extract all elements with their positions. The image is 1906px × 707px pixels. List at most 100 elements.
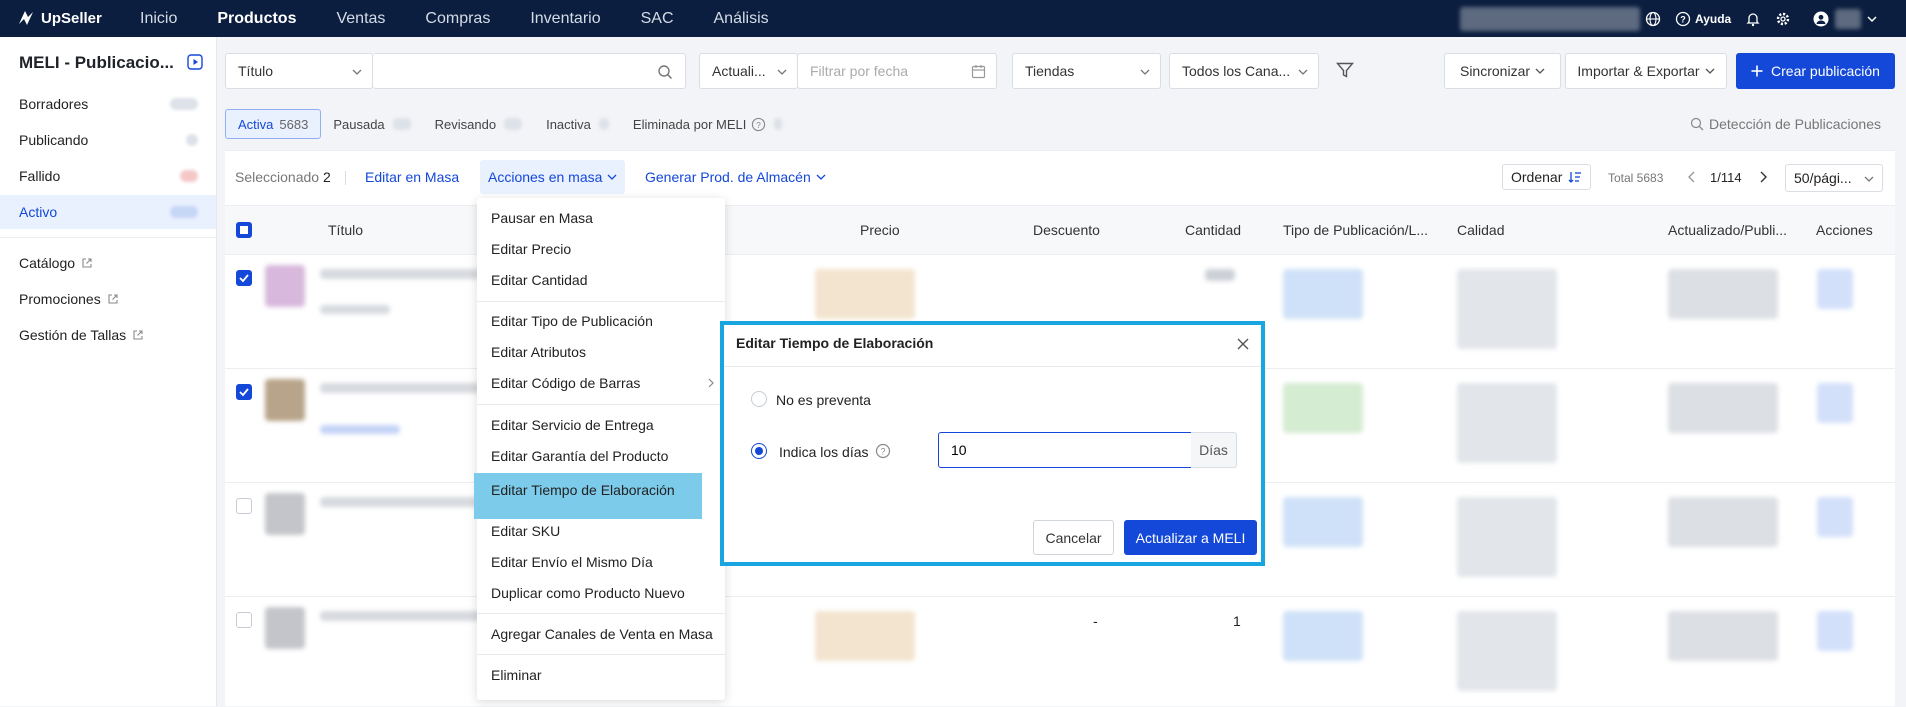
nav-sac[interactable]: SAC: [641, 10, 674, 28]
quality-blurred: [1457, 497, 1557, 577]
detection-link[interactable]: Detección de Publicaciones: [1690, 116, 1881, 132]
menu-item-editar-tipo[interactable]: Editar Tipo de Publicación: [477, 306, 725, 336]
next-page-icon[interactable]: [1758, 171, 1768, 183]
date-type-select[interactable]: Actuali...: [699, 53, 798, 89]
tab-eliminada[interactable]: Eliminada por MELI ?: [621, 109, 794, 139]
tab-activa[interactable]: Activa 5683: [225, 109, 322, 139]
sidebar-item-gestion-tallas[interactable]: Gestión de Tallas: [0, 318, 216, 352]
import-export-button[interactable]: Importar & Exportar: [1565, 53, 1727, 89]
count-badge: [180, 170, 198, 182]
page-size-select[interactable]: 50/pági...: [1785, 164, 1883, 192]
channels-select[interactable]: Todos los Cana...: [1169, 53, 1319, 89]
tab-revisando[interactable]: Revisando: [423, 109, 534, 139]
menu-item-editar-sku[interactable]: Editar SKU: [477, 516, 725, 546]
sidebar-title: MELI - Publicacio...: [19, 53, 174, 72]
sidebar-item-label: Publicando: [19, 132, 89, 148]
row-checkbox[interactable]: [236, 612, 252, 628]
date-filter-input[interactable]: Filtrar por fecha: [797, 53, 997, 89]
help-icon[interactable]: ?: [751, 117, 766, 132]
gear-icon[interactable]: [1775, 11, 1791, 27]
sort-button[interactable]: Ordenar: [1502, 164, 1592, 190]
nav-productos[interactable]: Productos: [217, 10, 296, 28]
tab-inactiva[interactable]: Inactiva: [534, 109, 621, 139]
col-titulo: Título: [328, 222, 364, 238]
filter-funnel-icon[interactable]: [1335, 60, 1355, 80]
row-checkbox[interactable]: [236, 270, 252, 286]
sidebar-divider: [0, 237, 216, 238]
menu-item-editar-servicio-entrega[interactable]: Editar Servicio de Entrega: [477, 410, 725, 440]
close-icon[interactable]: [1237, 338, 1249, 350]
search-icon[interactable]: [657, 64, 673, 80]
menu-item-editar-tiempo-elaboracion[interactable]: Editar Tiempo de Elaboración: [474, 473, 702, 519]
sidebar-item-catalogo[interactable]: Catálogo: [0, 246, 216, 280]
play-video-icon[interactable]: [187, 54, 203, 70]
product-meta-blurred: [320, 305, 390, 314]
update-meli-button[interactable]: Actualizar a MELI: [1124, 520, 1257, 555]
sidebar-item-borradores[interactable]: Borradores: [0, 87, 216, 121]
bell-icon[interactable]: [1745, 11, 1761, 27]
menu-item-label: Editar Precio: [491, 241, 572, 257]
menu-item-label: Eliminar: [491, 667, 542, 683]
nav-analisis[interactable]: Análisis: [714, 10, 769, 28]
sidebar-item-fallido[interactable]: Fallido: [0, 159, 216, 193]
sidebar-item-label: Catálogo: [19, 255, 76, 271]
help-label: Ayuda: [1695, 11, 1732, 26]
row-actions-blurred: [1817, 269, 1853, 309]
menu-item-editar-atributos[interactable]: Editar Atributos: [477, 337, 725, 367]
menu-item-editar-precio[interactable]: Editar Precio: [477, 234, 725, 264]
main-nav: Inicio Productos Ventas Compras Inventar…: [140, 0, 809, 37]
search-input[interactable]: [373, 53, 686, 89]
sidebar-item-label: Promociones: [19, 291, 101, 307]
title-select[interactable]: Título: [225, 53, 373, 89]
nav-inventario[interactable]: Inventario: [530, 10, 600, 28]
menu-separator: [477, 613, 725, 614]
nav-compras[interactable]: Compras: [425, 10, 490, 28]
create-listing-button[interactable]: Crear publicación: [1736, 53, 1895, 89]
sidebar-item-activo[interactable]: Activo: [0, 195, 216, 229]
menu-item-editar-cantidad[interactable]: Editar Cantidad: [477, 265, 725, 295]
cancel-label: Cancelar: [1045, 529, 1102, 546]
col-actualizado: Actualizado/Publi...: [1668, 222, 1788, 238]
brand-logo[interactable]: UpSeller: [16, 8, 102, 28]
menu-item-agregar-canales[interactable]: Agregar Canales de Venta en Masa: [477, 619, 725, 649]
menu-item-editar-envio-mismo-dia[interactable]: Editar Envío el Mismo Día: [477, 547, 725, 577]
bulk-edit-button[interactable]: Editar en Masa: [365, 169, 459, 185]
select-all-checkbox[interactable]: [236, 222, 252, 238]
listing-type-blurred: [1283, 383, 1363, 433]
nav-ventas[interactable]: Ventas: [336, 10, 385, 28]
page-indicator: 1/114: [1710, 170, 1742, 185]
days-input[interactable]: [938, 432, 1192, 468]
menu-item-eliminar[interactable]: Eliminar: [477, 660, 725, 690]
menu-item-pausar[interactable]: Pausar en Masa: [477, 203, 725, 233]
sync-button[interactable]: Sincronizar: [1444, 53, 1561, 89]
menu-item-editar-codigo-barras[interactable]: Editar Código de Barras: [477, 368, 725, 398]
sidebar-item-publicando[interactable]: Publicando: [0, 123, 216, 157]
stores-select[interactable]: Tiendas: [1012, 53, 1161, 89]
prev-page-icon[interactable]: [1687, 171, 1697, 183]
stores-select-value: Tiendas: [1025, 63, 1075, 79]
cancel-button[interactable]: Cancelar: [1033, 520, 1114, 555]
count-badge: [170, 98, 198, 110]
page-size-value: 50/pági...: [1794, 170, 1852, 186]
menu-item-label: Editar SKU: [491, 523, 561, 539]
menu-item-label: Editar Tipo de Publicación: [491, 313, 653, 329]
help-link[interactable]: ? Ayuda: [1675, 11, 1731, 27]
menu-item-duplicar[interactable]: Duplicar como Producto Nuevo: [477, 578, 725, 608]
radio-not-presale[interactable]: [751, 391, 767, 407]
bulk-actions-button[interactable]: Acciones en masa: [480, 160, 626, 194]
row-checkbox[interactable]: [236, 384, 252, 400]
nav-inicio[interactable]: Inicio: [140, 10, 177, 28]
help-icon[interactable]: ?: [875, 443, 891, 459]
generate-warehouse-button[interactable]: Generar Prod. de Almacén: [645, 169, 826, 185]
tab-count-blurred: [392, 118, 411, 130]
menu-item-editar-garantia[interactable]: Editar Garantía del Producto: [477, 441, 725, 471]
user-menu[interactable]: [1813, 8, 1877, 29]
tab-pausada[interactable]: Pausada: [321, 109, 422, 139]
globe-icon[interactable]: [1645, 11, 1661, 27]
sidebar: MELI - Publicacio... Borradores Publican…: [0, 37, 217, 706]
product-title-blurred: [320, 497, 480, 507]
sidebar-item-promociones[interactable]: Promociones: [0, 282, 216, 316]
row-checkbox[interactable]: [236, 498, 252, 514]
radio-indicate-days[interactable]: [751, 443, 767, 459]
col-calidad: Calidad: [1457, 222, 1505, 238]
